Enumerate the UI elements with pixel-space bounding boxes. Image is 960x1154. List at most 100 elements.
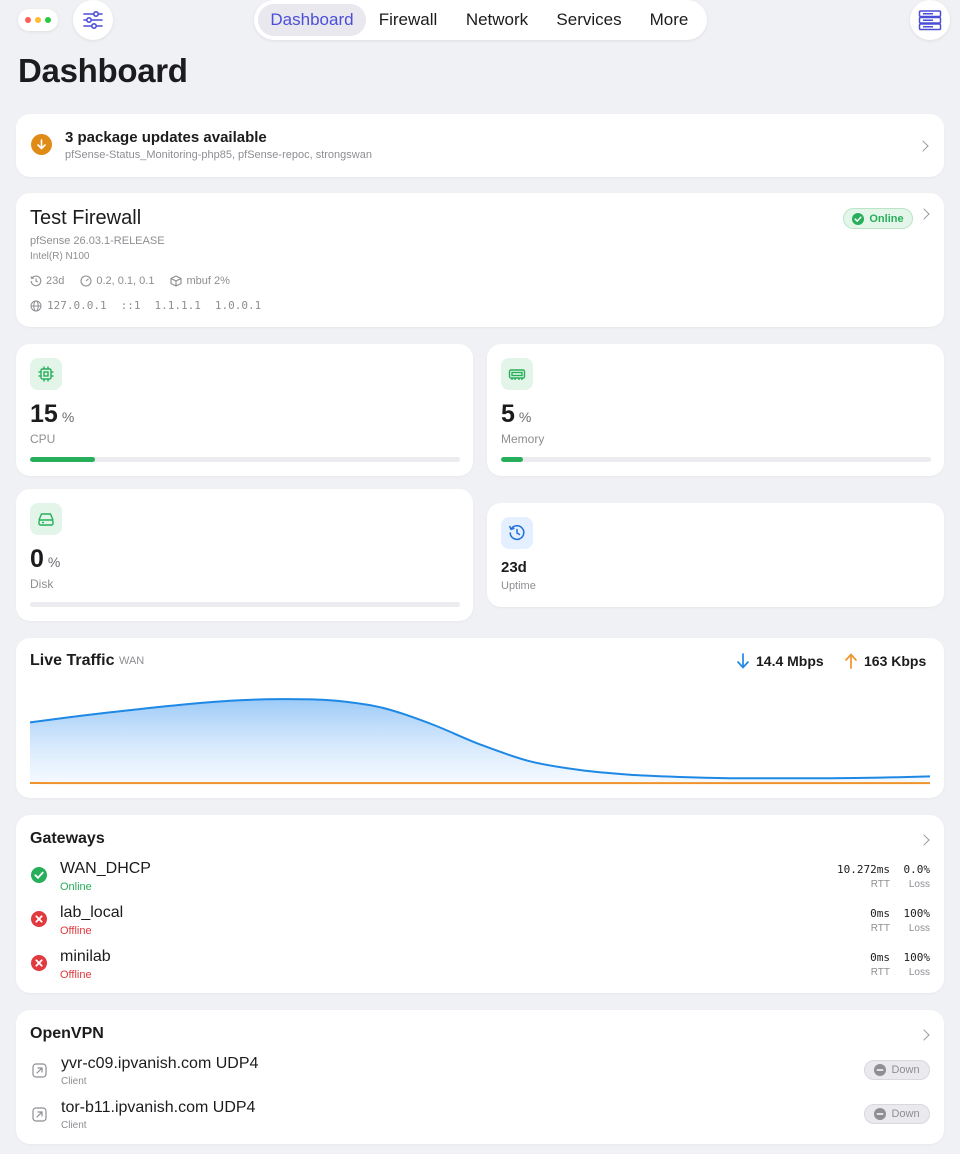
download-arrow-icon: [31, 134, 52, 155]
x-circle-icon: [31, 955, 47, 971]
vpn-status-badge: Down: [864, 1104, 930, 1124]
x-circle-icon: [31, 911, 47, 927]
sliders-icon: [83, 10, 103, 30]
status-text: Online: [869, 212, 904, 225]
tab-dashboard[interactable]: Dashboard: [258, 4, 366, 36]
arrow-down-icon: [737, 653, 749, 669]
live-traffic-card[interactable]: Live Traffic WAN 14.4 Mbps 163 Kbps: [16, 638, 944, 798]
traffic-interface: WAN: [119, 655, 145, 667]
cpu-chip-icon: [30, 358, 62, 390]
openvpn-card[interactable]: OpenVPN yvr-c09.ipvanish.com UDP4 Client…: [16, 1010, 944, 1144]
memory-value: 5%: [501, 400, 532, 428]
loss-label: Loss: [908, 967, 930, 978]
gateway-rtt: 10.272ms: [837, 863, 890, 876]
minimize-dot[interactable]: [35, 17, 41, 23]
external-link-icon: [32, 1063, 47, 1078]
gateway-name: lab_local: [60, 904, 124, 921]
firewall-version: pfSense 26.03.1-RELEASE: [30, 235, 165, 247]
package-updates-card[interactable]: 3 package updates available pfSense-Stat…: [16, 114, 944, 177]
updates-title: 3 package updates available: [65, 129, 267, 146]
hard-drive-icon: [30, 503, 62, 535]
gateway-status: Online: [60, 881, 92, 893]
minus-circle-icon: [874, 1064, 887, 1076]
history-icon: [30, 275, 42, 287]
gateway-loss: 100%: [903, 907, 931, 920]
memory-progress-fill: [501, 457, 523, 462]
rtt-label: RTT: [870, 879, 890, 890]
check-circle-icon: [31, 867, 47, 883]
upload-rate: 163 Kbps: [844, 653, 926, 669]
ip-address: 1.0.0.1: [214, 299, 262, 312]
external-link-icon: [32, 1107, 47, 1122]
tab-services[interactable]: Services: [548, 4, 630, 36]
loss-label: Loss: [908, 879, 930, 890]
disk-stat-card[interactable]: 0% Disk: [16, 489, 473, 621]
window-controls[interactable]: [18, 9, 58, 31]
zoom-dot[interactable]: [45, 17, 51, 23]
mbuf-text: mbuf 2%: [186, 275, 230, 287]
uptime-label: Uptime: [501, 580, 536, 592]
globe-icon: [30, 300, 42, 311]
disk-progress-bar: [30, 602, 460, 607]
vpn-role: Client: [61, 1120, 87, 1131]
vpn-name: yvr-c09.ipvanish.com UDP4: [61, 1055, 259, 1072]
server-list-button[interactable]: [910, 0, 950, 40]
uptime-metric: 23d: [30, 275, 64, 287]
cpu-label: CPU: [30, 432, 56, 446]
cpu-progress-fill: [30, 457, 95, 462]
tab-network[interactable]: Network: [454, 4, 540, 36]
gateway-row[interactable]: WAN_DHCP Online 10.272ms RTT 0.0% Loss: [16, 860, 944, 900]
loss-label: Loss: [908, 923, 930, 934]
ip-address: ::1: [120, 299, 141, 312]
uptime-value: 23d: [501, 559, 527, 576]
main-tab-bar: Dashboard Firewall Network Services More: [254, 0, 707, 40]
ip-address-row: 127.0.0.1 ::1 1.1.1.1 1.0.0.1: [30, 299, 261, 312]
tab-more[interactable]: More: [638, 4, 700, 36]
load-metric: 0.2, 0.1, 0.1: [80, 275, 154, 287]
chevron-right-icon: [918, 834, 930, 846]
vpn-role: Client: [61, 1076, 87, 1087]
server-icon: [918, 10, 942, 31]
vpn-name: tor-b11.ipvanish.com UDP4: [61, 1099, 256, 1116]
firewall-name: Test Firewall: [30, 207, 142, 229]
cpu-stat-card[interactable]: 15% CPU: [16, 344, 473, 476]
gateways-title: Gateways: [30, 830, 105, 847]
vpn-client-row[interactable]: yvr-c09.ipvanish.com UDP4 Client Down: [16, 1055, 944, 1095]
uptime-stat-card[interactable]: 23d Uptime: [487, 503, 944, 607]
download-area: [30, 699, 930, 784]
disk-value: 0%: [30, 545, 61, 573]
filter-settings-button[interactable]: [73, 0, 113, 40]
disk-label: Disk: [30, 577, 54, 591]
memory-stat-card[interactable]: 5% Memory: [487, 344, 944, 476]
gateway-row[interactable]: lab_local Offline 0ms RTT 100% Loss: [16, 904, 944, 944]
traffic-title: Live Traffic: [30, 652, 115, 669]
vpn-status-badge: Down: [864, 1060, 930, 1080]
chevron-right-icon: [918, 1029, 930, 1041]
cpu-progress-bar: [30, 457, 460, 462]
download-rate-text: 14.4 Mbps: [756, 653, 824, 669]
ip-address: 1.1.1.1: [154, 299, 201, 312]
memory-module-icon: [501, 358, 533, 390]
check-circle-icon: [852, 212, 865, 225]
uptime-text: 23d: [46, 275, 65, 287]
openvpn-title: OpenVPN: [30, 1025, 104, 1042]
rtt-label: RTT: [870, 923, 890, 934]
minus-circle-icon: [874, 1108, 887, 1120]
gateways-card[interactable]: Gateways WAN_DHCP Online 10.272ms RTT 0.…: [16, 815, 944, 993]
updates-package-list: pfSense-Status_Monitoring-php85, pfSense…: [65, 149, 372, 161]
download-rate: 14.4 Mbps: [736, 653, 824, 669]
vpn-client-row[interactable]: tor-b11.ipvanish.com UDP4 Client Down: [16, 1099, 944, 1139]
firewall-metrics-row: 23d 0.2, 0.1, 0.1 mbuf 2%: [30, 275, 230, 287]
tab-firewall[interactable]: Firewall: [370, 4, 446, 36]
page-title: Dashboard: [18, 52, 188, 89]
arrow-up-icon: [845, 653, 857, 669]
close-dot[interactable]: [25, 17, 31, 23]
firewall-summary-card[interactable]: Test Firewall pfSense 26.03.1-RELEASE In…: [16, 193, 944, 327]
gateway-rtt: 0ms: [870, 907, 890, 920]
rtt-label: RTT: [870, 967, 890, 978]
cube-icon: [170, 275, 183, 287]
cpu-value: 15%: [30, 400, 75, 428]
mbuf-metric: mbuf 2%: [170, 275, 230, 287]
gateway-row[interactable]: minilab Offline 0ms RTT 100% Loss: [16, 948, 944, 988]
gateway-status: Offline: [60, 925, 92, 937]
